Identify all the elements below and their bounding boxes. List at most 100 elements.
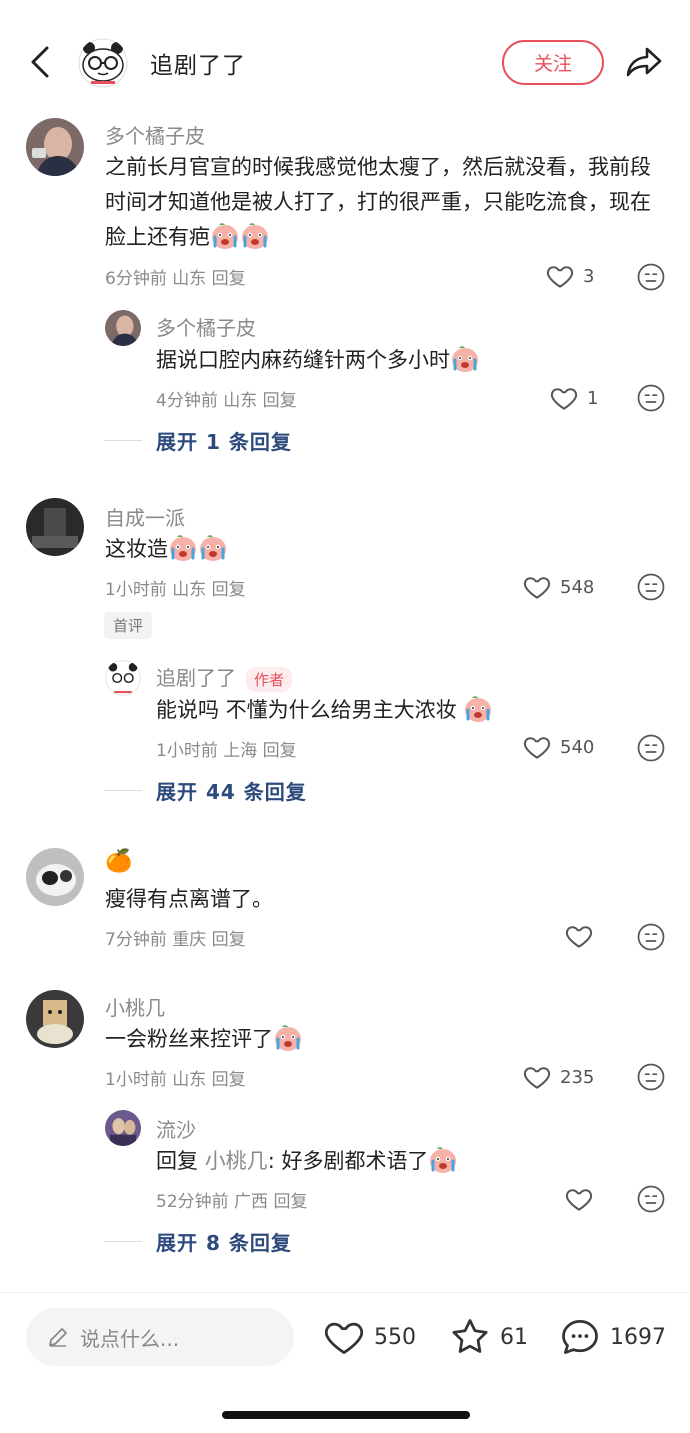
comment-location: 山东: [172, 580, 207, 600]
comment-input-placeholder: 说点什么...: [80, 1326, 180, 1351]
reply-text-content: : 好多剧都术语了: [267, 1149, 429, 1173]
heart-icon: [545, 261, 575, 291]
dislike-icon[interactable]: [637, 1063, 665, 1091]
like-count: 548: [560, 576, 595, 598]
reply-time: 1小时前: [156, 741, 218, 761]
comment-time: 1小时前: [105, 1070, 167, 1090]
panda-avatar-icon: [78, 38, 128, 88]
like-post-button[interactable]: 550: [322, 1312, 416, 1362]
reply-time: 4分钟前: [156, 391, 218, 411]
crying-emoji-icon: [463, 695, 493, 723]
star-icon: [452, 1319, 488, 1353]
reply-meta: 1小时前 上海 回复: [156, 736, 297, 761]
commenter-avatar[interactable]: [26, 848, 84, 906]
reply-button[interactable]: 回复: [212, 1070, 246, 1090]
home-indicator[interactable]: [222, 1411, 470, 1419]
expand-replies-button[interactable]: 展开 1 条回复: [104, 426, 292, 455]
comment-time: 1小时前: [105, 580, 167, 600]
dislike-icon[interactable]: [637, 384, 665, 412]
like-button[interactable]: 235: [522, 1062, 594, 1092]
crying-emoji-icon: [240, 222, 270, 250]
dislike-icon[interactable]: [637, 263, 665, 291]
expand-replies-button[interactable]: 展开 8 条回复: [104, 1227, 292, 1256]
comments-button[interactable]: 1697: [558, 1312, 666, 1362]
like-count: 3: [583, 265, 595, 287]
like-count: 235: [560, 1066, 595, 1088]
reply-button[interactable]: 回复: [263, 391, 297, 411]
dislike-icon[interactable]: [637, 923, 665, 951]
reply-time: 52分钟前: [156, 1192, 229, 1212]
heart-icon: [549, 383, 579, 413]
crying-emoji-icon: [273, 1024, 303, 1052]
reply-avatar[interactable]: [105, 660, 141, 696]
reply-text: 据说口腔内麻药缝针两个多小时: [156, 343, 656, 378]
reply-button[interactable]: 回复: [212, 930, 246, 950]
heart-icon: [564, 921, 594, 951]
expand-replies-label: 展开 8 条回复: [156, 1231, 292, 1255]
post-like-count: 550: [374, 1324, 416, 1350]
crying-emoji-icon: [450, 345, 480, 373]
expand-replies-button[interactable]: 展开 44 条回复: [104, 776, 307, 805]
commenter-name[interactable]: 自成一派: [105, 502, 185, 531]
commenter-name[interactable]: 🍊: [105, 849, 132, 874]
like-count: 1: [587, 387, 599, 409]
reply-button[interactable]: 回复: [273, 1192, 307, 1212]
like-button[interactable]: 540: [522, 732, 594, 762]
comment-bubble-icon: [562, 1320, 598, 1354]
like-button[interactable]: 3: [545, 261, 594, 291]
reply-location: 广西: [234, 1192, 269, 1212]
reply-button[interactable]: 回复: [212, 580, 246, 600]
author-avatar[interactable]: [78, 38, 128, 88]
commenter-avatar[interactable]: [26, 118, 84, 176]
divider: [104, 790, 142, 791]
reply-user-name[interactable]: 流沙: [156, 1114, 196, 1143]
heart-icon: [522, 572, 552, 602]
reply-button[interactable]: 回复: [212, 269, 246, 289]
dislike-icon[interactable]: [637, 1185, 665, 1213]
reply-avatar[interactable]: [105, 1110, 141, 1146]
reply-meta: 52分钟前 广西 回复: [156, 1187, 307, 1212]
like-button[interactable]: [564, 1184, 594, 1214]
reply-user-name-text[interactable]: 追剧了了: [156, 666, 236, 690]
like-button[interactable]: [564, 921, 594, 951]
reply-location: 山东: [223, 391, 258, 411]
follow-button[interactable]: 关注: [502, 40, 604, 85]
comment-input[interactable]: 说点什么...: [26, 1308, 294, 1366]
like-button[interactable]: 1: [549, 383, 598, 413]
back-button[interactable]: [22, 42, 58, 82]
like-button[interactable]: 548: [522, 572, 594, 602]
first-comment-badge: 首评: [104, 612, 153, 639]
commenter-name[interactable]: 小桃几: [105, 992, 165, 1021]
commenter-avatar[interactable]: [26, 498, 84, 556]
dislike-icon[interactable]: [637, 734, 665, 762]
collect-button[interactable]: 61: [448, 1312, 528, 1362]
reply-location: 上海: [223, 741, 258, 761]
share-button[interactable]: [622, 42, 666, 82]
reply-avatar[interactable]: [105, 310, 141, 346]
reply-user-name[interactable]: 多个橘子皮: [156, 312, 256, 341]
comment-text-content: 这妆造: [105, 537, 168, 561]
reply-text: 能说吗 不懂为什么给男主大浓妆: [156, 693, 656, 728]
bottom-divider: [0, 1292, 690, 1293]
comment-text: 这妆造: [105, 532, 665, 567]
reply-prefix: 回复: [156, 1149, 198, 1173]
expand-replies-label: 展开 44 条回复: [156, 780, 307, 804]
page-title: 追剧了了: [150, 53, 246, 79]
comment-location: 山东: [172, 269, 207, 289]
reply-to-user[interactable]: 小桃几: [205, 1149, 268, 1173]
reply-user-name: 追剧了了 作者: [156, 662, 293, 692]
commenter-avatar[interactable]: [26, 990, 84, 1048]
share-icon: [626, 47, 662, 77]
comment-meta: 6分钟前 山东 回复: [105, 264, 246, 289]
comment-location: 山东: [172, 1070, 207, 1090]
crying-emoji-icon: [428, 1146, 458, 1174]
dislike-icon[interactable]: [637, 573, 665, 601]
comment-time: 7分钟前: [105, 930, 167, 950]
comment-text-content: 之前长月官宣的时候我感觉他太瘦了，然后就没看，我前段时间才知道他是被人打了，打的…: [105, 155, 651, 249]
crying-emoji-icon: [198, 534, 228, 562]
reply-button[interactable]: 回复: [263, 741, 297, 761]
heart-icon: [522, 1062, 552, 1092]
comment-text: 瘦得有点离谱了。: [105, 887, 273, 911]
author-badge: 作者: [246, 667, 293, 692]
commenter-name[interactable]: 多个橘子皮: [105, 120, 205, 149]
